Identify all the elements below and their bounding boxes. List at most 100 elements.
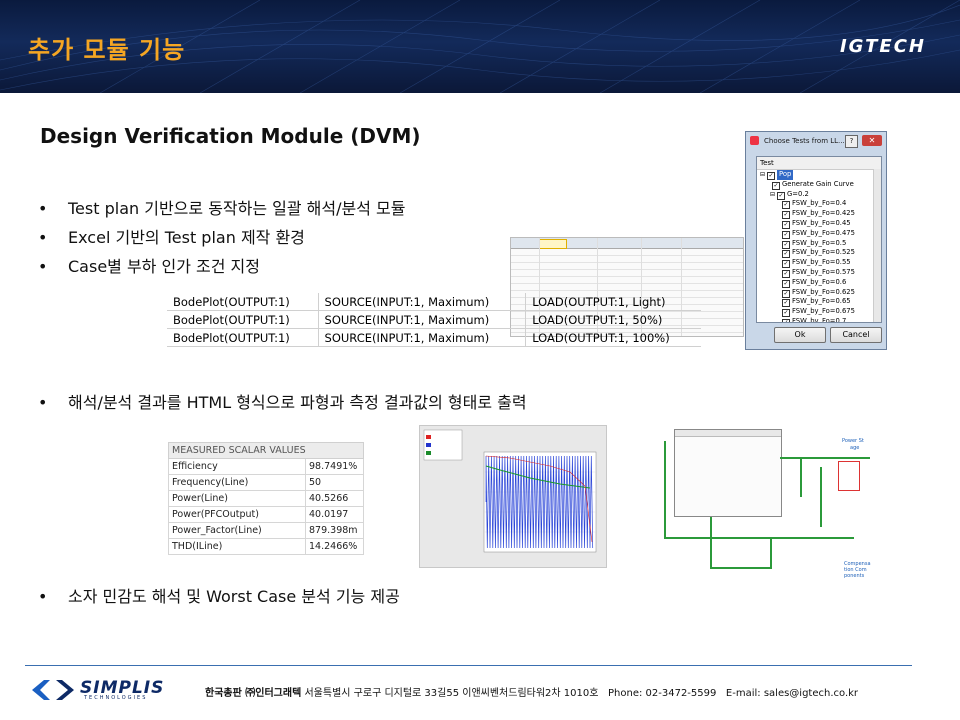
tree-items: ⊟ ✓ Pop ✓ Generate Gain Curve ⊟ ✓ G=0.2 ✓ FSW_by_… bbox=[757, 170, 881, 323]
tree-item[interactable]: ✓ FSW_by_Fo=0.45 bbox=[757, 219, 881, 229]
bullet-item: 해석/분석 결과를 HTML 형식으로 파형과 측정 결과값의 형태로 출력 bbox=[38, 392, 527, 421]
checkbox[interactable]: ✓ bbox=[782, 309, 790, 318]
tree-item-label: FSW_by_Fo=0.575 bbox=[792, 267, 855, 276]
bullet-item: Case별 부하 인가 조건 지정 bbox=[38, 256, 405, 285]
checkbox[interactable]: ✓ bbox=[782, 289, 790, 298]
checkbox[interactable]: ✓ bbox=[782, 318, 790, 322]
app-icon bbox=[750, 136, 759, 145]
checkbox[interactable]: ✓ bbox=[782, 220, 790, 229]
help-icon[interactable]: ? bbox=[845, 135, 858, 148]
vertical-scrollbar[interactable] bbox=[873, 169, 881, 322]
tree-item-label: FSW_by_Fo=0.4 bbox=[792, 199, 847, 208]
tree-item[interactable]: ✓ FSW_by_Fo=0.65 bbox=[757, 297, 881, 308]
tree-item[interactable]: ⊟ ✓ Pop bbox=[757, 170, 881, 180]
tree-item-label: FSW_by_Fo=0.55 bbox=[792, 258, 851, 267]
tree-item-label: G=0.2 bbox=[787, 189, 809, 198]
tree-item[interactable]: ✓ FSW_by_Fo=0.675 bbox=[757, 307, 881, 318]
checkbox[interactable]: ✓ bbox=[767, 172, 776, 180]
simplis-chevron-icon bbox=[32, 680, 74, 700]
measured-scalar-table: MEASURED SCALAR VALUES Efficiency 98.7491… bbox=[168, 442, 364, 555]
checkbox[interactable]: ✓ bbox=[782, 269, 790, 278]
checkbox[interactable]: ✓ bbox=[782, 211, 790, 220]
table-cell: LOAD(OUTPUT:1, 50%) bbox=[525, 310, 701, 329]
table-row: Frequency(Line) 50 bbox=[168, 474, 364, 491]
feature-list-top: Test plan 기반으로 동작하는 일괄 해석/분석 모듈 Excel 기반… bbox=[38, 198, 405, 285]
tree-item-label: FSW_by_Fo=0.675 bbox=[792, 307, 855, 316]
table-header: MEASURED SCALAR VALUES bbox=[168, 442, 364, 459]
tree-item[interactable]: ⊟ ✓ G=0.2 bbox=[757, 190, 881, 200]
table-row: BodePlot(OUTPUT:1) SOURCE(INPUT:1, Maxim… bbox=[167, 293, 701, 311]
company-name: 한국총판 ㈜인터그래텍 bbox=[205, 688, 302, 699]
tree-item-label: FSW_by_Fo=0.475 bbox=[792, 228, 855, 237]
tree-item-label: FSW_by_Fo=0.7 bbox=[792, 316, 847, 323]
tree-item-label: Generate Gain Curve bbox=[782, 179, 854, 188]
checkbox[interactable]: ✓ bbox=[782, 230, 790, 239]
schematic-label: ponents bbox=[844, 573, 865, 579]
table-cell: SOURCE(INPUT:1, Maximum) bbox=[317, 293, 526, 311]
checkbox[interactable]: ✓ bbox=[782, 279, 790, 288]
dialog-title: Choose Tests from LL... bbox=[764, 137, 845, 145]
table-row: BodePlot(OUTPUT:1) SOURCE(INPUT:1, Maxim… bbox=[167, 310, 701, 329]
schematic-label: Power St bbox=[842, 438, 864, 444]
checkbox[interactable]: ✓ bbox=[777, 191, 786, 200]
ok-button[interactable]: Ok bbox=[774, 327, 826, 343]
logo-subtext: TECHNOLOGIES bbox=[84, 695, 148, 701]
checkbox[interactable]: ✓ bbox=[782, 299, 790, 308]
table-row: Power(PFCOutput) 40.0197 bbox=[168, 506, 364, 523]
tree-item-label: FSW_by_Fo=0.5 bbox=[792, 238, 847, 247]
header-banner: 추가 모듈 기능 IGTECH bbox=[0, 0, 960, 93]
table-cell: BodePlot(OUTPUT:1) bbox=[167, 293, 319, 311]
scalar-value: 40.0197 bbox=[305, 506, 364, 523]
scalar-rows: Efficiency 98.7491% Frequency(Line) 50 Power… bbox=[168, 458, 364, 555]
feature-list-bottom: 소자 민감도 해석 및 Worst Case 분석 기능 제공 bbox=[38, 586, 400, 615]
section-subtitle: Design Verification Module (DVM) bbox=[40, 124, 421, 148]
table-cell: BodePlot(OUTPUT:1) bbox=[167, 310, 319, 329]
tree-item[interactable]: ✓ FSW_by_Fo=0.7 bbox=[757, 316, 881, 323]
tree-item[interactable]: ✓ FSW_by_Fo=0.55 bbox=[757, 258, 881, 269]
tree-item[interactable]: ✓ FSW_by_Fo=0.525 bbox=[757, 248, 881, 259]
tree-item[interactable]: ✓ FSW_by_Fo=0.5 bbox=[757, 239, 881, 249]
footer-divider bbox=[25, 665, 912, 666]
tree-item-label: FSW_by_Fo=0.625 bbox=[792, 287, 855, 296]
checkbox[interactable]: ✓ bbox=[782, 240, 790, 249]
tree-item[interactable]: ✓ FSW_by_Fo=0.575 bbox=[757, 268, 881, 278]
tree-item[interactable]: ✓ Generate Gain Curve bbox=[757, 180, 881, 190]
tree-item[interactable]: ✓ FSW_by_Fo=0.425 bbox=[757, 209, 881, 220]
checkbox[interactable]: ✓ bbox=[782, 250, 790, 259]
schematic-label: age bbox=[850, 445, 860, 451]
scalar-name: Frequency(Line) bbox=[168, 474, 306, 491]
waveform-plot-thumbnail bbox=[419, 425, 607, 568]
simplis-logo: SIMPLIS TECHNOLOGIES bbox=[30, 678, 180, 702]
cancel-button[interactable]: Cancel bbox=[830, 327, 882, 343]
tree-item-label: FSW_by_Fo=0.65 bbox=[792, 297, 851, 306]
tree-item[interactable]: ✓ FSW_by_Fo=0.625 bbox=[757, 288, 881, 298]
tree-item[interactable]: ✓ FSW_by_Fo=0.4 bbox=[757, 199, 881, 210]
table-header-row: MEASURED SCALAR VALUES bbox=[168, 442, 364, 459]
tree-item[interactable]: ✓ FSW_by_Fo=0.475 bbox=[757, 229, 881, 239]
checkbox[interactable]: ✓ bbox=[772, 181, 780, 190]
schematic-thumbnail: Power St age Compensa tion Com ponents bbox=[650, 427, 882, 580]
checkbox[interactable]: ✓ bbox=[782, 201, 790, 210]
scalar-name: Efficiency bbox=[168, 458, 306, 475]
scalar-name: Power_Factor(Line) bbox=[168, 522, 306, 539]
bullet-item: Excel 기반의 Test plan 제작 환경 bbox=[38, 227, 405, 256]
scalar-value: 40.5266 bbox=[305, 490, 364, 507]
company-address: 서울특별시 구로구 디지털로 33길55 이앤씨벤처드림타워2차 1010호 bbox=[304, 688, 599, 699]
choose-tests-dialog: Choose Tests from LL... ? ✕ Test ⊟ ✓ Pop ✓ G… bbox=[745, 131, 887, 350]
tree-item[interactable]: ✓ FSW_by_Fo=0.6 bbox=[757, 278, 881, 288]
close-icon[interactable]: ✕ bbox=[862, 135, 882, 146]
table-cell: LOAD(OUTPUT:1, Light) bbox=[525, 293, 701, 311]
feature-list-mid: 해석/분석 결과를 HTML 형식으로 파형과 측정 결과값의 형태로 출력 bbox=[38, 392, 527, 421]
company-phone: Phone: 02-3472-5599 bbox=[608, 688, 717, 699]
tree-item-label: Pop bbox=[777, 170, 794, 180]
waveform-graphic bbox=[423, 429, 597, 553]
bullet-item: Test plan 기반으로 동작하는 일괄 해석/분석 모듈 bbox=[38, 198, 405, 227]
checkbox[interactable]: ✓ bbox=[782, 260, 790, 269]
table-row: BodePlot(OUTPUT:1) SOURCE(INPUT:1, Maxim… bbox=[167, 328, 701, 347]
dialog-titlebar: Choose Tests from LL... ? ✕ bbox=[746, 132, 886, 150]
table-row: THD(ILine) 14.2466% bbox=[168, 538, 364, 555]
tree-column-header: Test bbox=[757, 157, 881, 170]
expander-icon[interactable]: ⊟ bbox=[760, 171, 765, 178]
footer-contact: 한국총판 ㈜인터그래텍 서울특별시 구로구 디지털로 33길55 이앤씨벤처드림… bbox=[205, 684, 858, 699]
expander-icon[interactable]: ⊟ bbox=[770, 191, 775, 198]
